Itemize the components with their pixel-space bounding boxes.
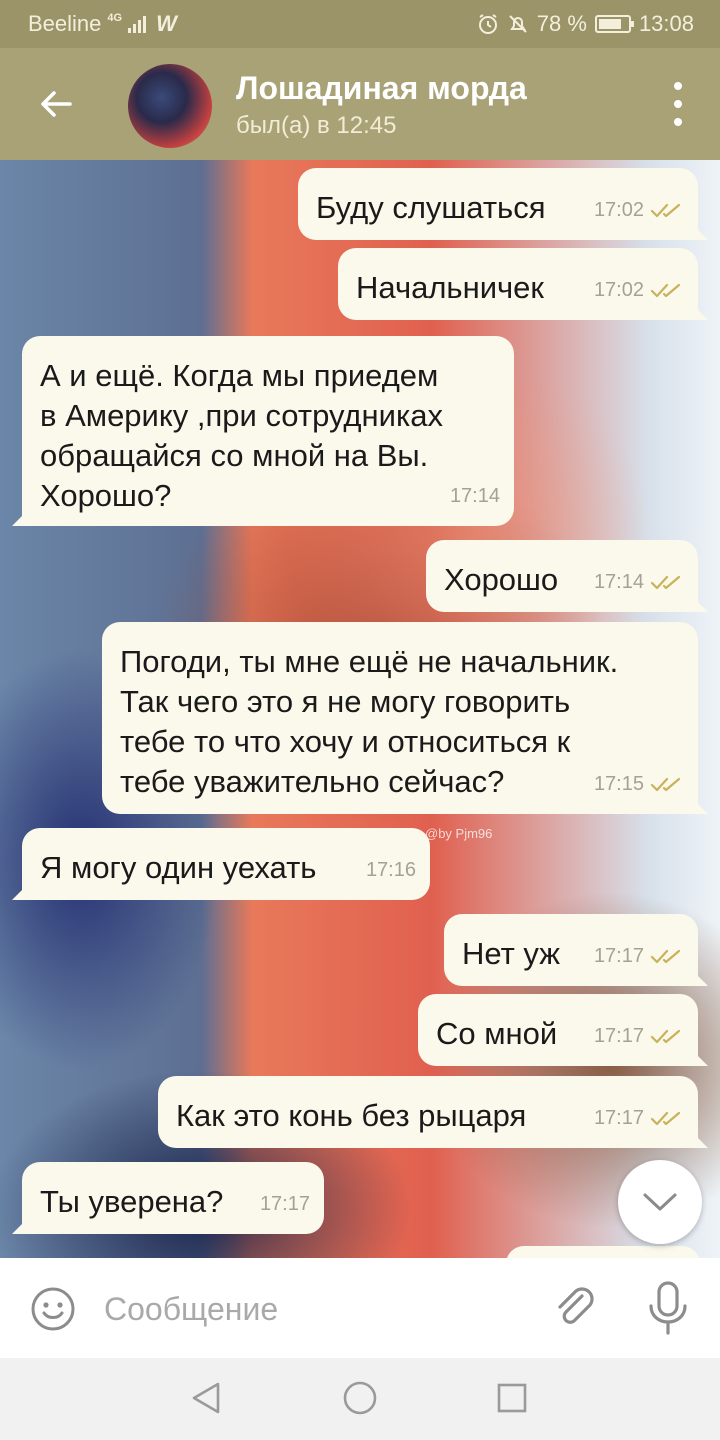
back-button[interactable] (30, 78, 82, 130)
battery-fill (598, 19, 621, 29)
mute-icon (509, 15, 527, 33)
app-icon: W (156, 11, 177, 36)
message-time: 17:16 (365, 859, 416, 881)
message-bubble[interactable]: Ты уверена? 17:17 (12, 1162, 324, 1234)
more-vert-icon[interactable] (666, 82, 690, 126)
status-left: Beeline 4G W (28, 11, 177, 37)
message-bubble[interactable]: Со мной 17:17 (418, 994, 708, 1066)
back-triangle-icon (192, 1382, 220, 1414)
attach-icon[interactable] (552, 1284, 600, 1332)
message-bubble[interactable]: Буду слушаться 17:02 (298, 168, 708, 240)
message-input-bar (0, 1258, 720, 1358)
carrier-name: Beeline (28, 11, 102, 36)
status-right: 78 % 13:08 (477, 11, 694, 37)
recents-square-icon (497, 1383, 527, 1413)
message-text: Погоди, ты мне ещё не начальник. Так чег… (120, 644, 619, 799)
read-check-icon (650, 949, 681, 964)
nav-recents-button[interactable] (492, 1378, 532, 1418)
message-bubble[interactable]: Хорошо 17:14 (426, 540, 708, 612)
network-type: 4G (107, 12, 123, 24)
chat-area[interactable]: @by Pjm96 Буду слушаться 17:02 Начальнич… (0, 160, 720, 1258)
scroll-down-button[interactable] (618, 1160, 702, 1244)
battery-percent: 78 % (536, 11, 587, 36)
message-bubble[interactable]: Как это конь без рыцаря 17:17 (158, 1076, 708, 1148)
message-text: А и ещё. Когда мы приедем в Америку ,при… (40, 358, 443, 513)
message-text: Хорошо (444, 562, 559, 597)
message-text: Начальничек (356, 270, 544, 305)
message-bubble[interactable]: Я могу один уехать 17:16 (12, 828, 430, 900)
clock: 13:08 (638, 11, 694, 36)
message-input[interactable] (104, 1286, 524, 1332)
message-bubble[interactable]: А и ещё. Когда мы приедем в Америку ,при… (12, 336, 514, 526)
battery-icon (594, 15, 634, 33)
partial-message-bubble (506, 1246, 700, 1258)
alarm-icon (478, 14, 497, 34)
message-text: Я могу один уехать (40, 850, 317, 885)
nav-home-button[interactable] (340, 1378, 380, 1418)
message-text: Со мной (436, 1016, 558, 1051)
message-bubble[interactable]: Начальничек 17:02 (338, 248, 708, 320)
read-check-icon (650, 1029, 681, 1044)
chevron-down-icon (643, 1193, 677, 1211)
read-check-icon (650, 203, 681, 218)
message-time: 17:14 (593, 571, 644, 593)
message-bubble[interactable]: Нет уж 17:17 (444, 914, 708, 986)
read-check-icon (650, 777, 681, 792)
message-time: 17:17 (593, 1107, 644, 1129)
back-arrow-icon (41, 91, 72, 117)
wallpaper-watermark: @by Pjm96 (425, 826, 493, 841)
message-text: Буду слушаться (316, 190, 546, 225)
message-text: Нет уж (462, 936, 560, 971)
message-time: 17:17 (593, 1025, 644, 1047)
mic-icon[interactable] (646, 1280, 690, 1336)
message-time: 17:17 (259, 1193, 310, 1215)
emoji-icon[interactable] (30, 1286, 76, 1332)
message-time: 17:02 (593, 199, 644, 221)
message-text: Ты уверена? (40, 1184, 224, 1219)
nav-back-button[interactable] (186, 1378, 226, 1418)
message-time: 17:15 (593, 773, 644, 795)
message-time: 17:02 (593, 279, 644, 301)
message-time: 17:14 (449, 485, 500, 507)
signal-icon (128, 15, 147, 33)
chat-header: Лошадиная морда был(а) в 12:45 (0, 48, 720, 160)
contact-name[interactable]: Лошадиная морда (236, 70, 527, 107)
system-nav-bar (0, 1358, 720, 1440)
message-text: Как это конь без рыцаря (176, 1098, 527, 1133)
read-check-icon (650, 283, 681, 298)
last-seen: был(а) в 12:45 (236, 112, 397, 139)
read-check-icon (650, 1111, 681, 1126)
status-bar: Beeline 4G W 78 % 13:08 (0, 0, 720, 48)
message-time: 17:17 (593, 945, 644, 967)
home-circle-icon (343, 1381, 377, 1415)
avatar[interactable] (128, 64, 212, 148)
read-check-icon (650, 575, 681, 590)
message-bubble[interactable]: Погоди, ты мне ещё не начальник. Так чег… (102, 622, 708, 814)
